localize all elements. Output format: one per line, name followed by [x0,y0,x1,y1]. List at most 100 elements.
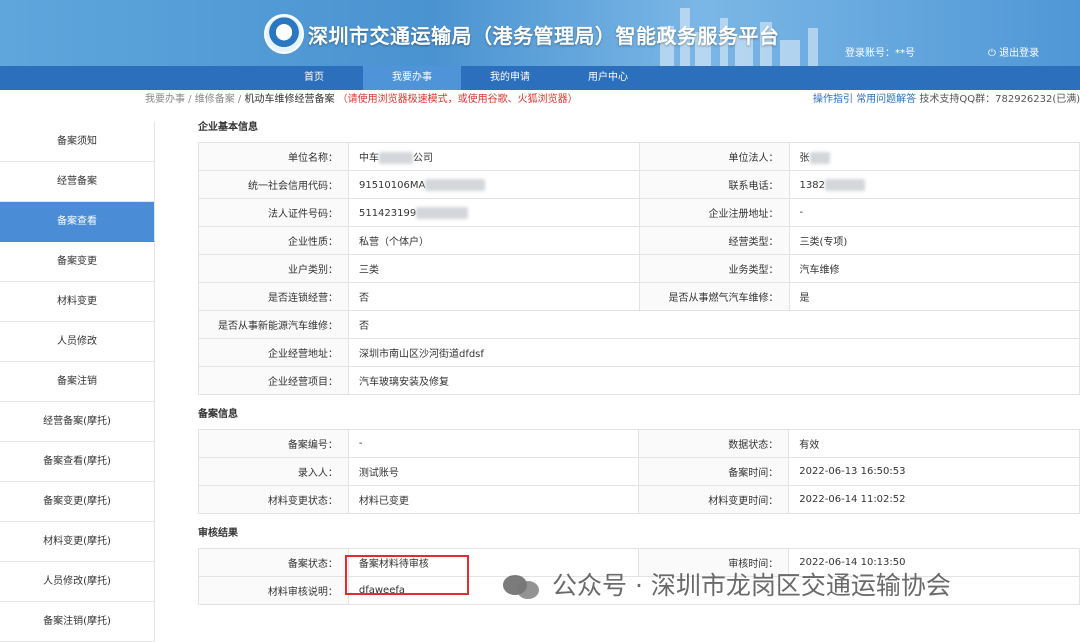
sidebar-item-moto-cancel-filing[interactable]: 备案注销(摩托) [0,602,155,642]
biz-type-value: 三类(专项) [788,226,1080,255]
record-info-table: 备案编号： - 数据状态： 有效 录入人： 测试账号 备案时间： 2022-06… [198,429,1080,514]
sidebar-item-staff-edit[interactable]: 人员修改 [0,322,155,362]
chain-value: 否 [347,282,640,311]
id-number-label: 法人证件号码： [198,198,349,227]
enterprise-info-table: 单位名称： 中车 公司 单位法人： 张 统一社会信用代码： 91510106MA … [198,142,1080,395]
logout-label: 退出登录 [999,48,1040,59]
id-number-text: 511423199 [358,207,417,219]
phone-text: 1382 [799,179,825,191]
breadcrumb: 我要办事 / 维修备案 / 机动车维修经营备案 （请使用浏览器极速模式，或使用谷… [145,90,578,110]
sidebar-item-notice[interactable]: 备案须知 [0,122,155,162]
sidebar-item-moto-business-filing[interactable]: 经营备案(摩托) [0,402,155,442]
review-section-title: 审核结果 [198,528,238,539]
ev-repair-value: 否 [347,310,1080,339]
enterprise-section-title: 企业基本信息 [198,122,258,133]
nav-user-center[interactable]: 用户中心 [559,66,657,90]
help-links: 操作指引 常用问题解答 技术支持QQ群：782926232(已满)、 [813,90,1080,110]
table-row: 业户类别： 三类 业务类型： 汽车维修 [198,254,1080,283]
phone-label: 联系电话： [638,170,790,199]
sidebar-item-material-change[interactable]: 材料变更 [0,282,155,322]
power-icon: ⏻ [988,48,996,59]
redacted-mask [809,152,830,164]
record-number-value: - [347,429,640,458]
service-type-value: 汽车维修 [788,254,1080,283]
breadcrumb-current: 机动车维修经营备案 [244,94,335,105]
account-label: 登录账号：**号 [845,48,915,59]
company-name-value: 中车 公司 [347,142,640,171]
support-text: 技术支持QQ群：782926232(已满)、 [919,94,1080,105]
biz-project-value: 汽车玻璃安装及修复 [347,366,1080,395]
material-status-value: 材料已变更 [347,485,640,514]
record-number-label: 备案编号： [198,429,349,458]
gas-repair-label: 是否从事燃气汽车维修： [638,282,790,311]
guide-link[interactable]: 操作指引 [813,94,853,105]
filing-state-label: 备案状态： [198,548,349,577]
credit-code-value: 91510106MA [347,170,640,199]
company-name-part-b: 公司 [412,153,433,164]
redacted-mask [824,178,865,191]
redacted-mask [416,206,469,219]
sidebar-item-business-filing[interactable]: 经营备案 [0,162,155,202]
data-status-label: 数据状态： [638,429,790,458]
material-time-value: 2022-06-14 11:02:52 [788,485,1080,514]
nav-my-applications[interactable]: 我的申请 [461,66,559,90]
record-time-label: 备案时间： [638,457,790,486]
logout-button[interactable]: ⏻ 退出登录 [988,44,1039,59]
table-row: 材料变更状态： 材料已变更 材料变更时间： 2022-06-14 11:02:5… [198,485,1080,514]
credit-code-label: 统一社会信用代码： [198,170,349,199]
main-nav: 首页 我要办事 我的申请 用户中心 [0,66,1080,90]
legal-person-text: 张 [799,153,810,164]
sidebar-item-change-filing[interactable]: 备案变更 [0,242,155,282]
table-row: 录入人： 测试账号 备案时间： 2022-06-13 16:50:53 [198,457,1080,486]
review-note-label: 材料审核说明： [198,576,349,605]
faq-link[interactable]: 常用问题解答 [856,94,916,105]
nature-value: 私营（个体户） [347,226,640,255]
category-label: 业户类别： [198,254,349,283]
biz-address-value: 深圳市南山区沙河街道dfdsf [347,338,1080,367]
sidebar-item-view-filing[interactable]: 备案查看 [0,202,155,242]
record-time-value: 2022-06-13 16:50:53 [788,457,1080,486]
breadcrumb-path[interactable]: 我要办事 / 维修备案 / [145,94,241,105]
sidebar: 备案须知 经营备案 备案查看 备案变更 材料变更 人员修改 备案注销 经营备案(… [0,122,155,642]
sidebar-item-moto-view-filing[interactable]: 备案查看(摩托) [0,442,155,482]
nav-home[interactable]: 首页 [265,66,363,90]
sidebar-item-cancel-filing[interactable]: 备案注销 [0,362,155,402]
watermark-text: 公众号 · 深圳市龙岗区交通运输协会 [552,571,951,600]
nature-label: 企业性质： [198,226,349,255]
entry-person-value: 测试账号 [347,457,640,486]
record-section-title: 备案信息 [198,409,238,420]
table-row: 是否连锁经营： 否 是否从事燃气汽车维修： 是 [198,282,1080,311]
reg-address-value: - [788,198,1080,227]
redacted-mask [378,152,413,164]
site-title: 深圳市交通运输局（港务管理局）智能政务服务平台 [308,24,780,48]
header-banner: 深圳市交通运输局（港务管理局）智能政务服务平台 登录账号：**号 ⏻ 退出登录 [0,0,1080,66]
wechat-icon [503,571,541,601]
table-row: 是否从事新能源汽车维修： 否 [198,310,1080,339]
biz-project-label: 企业经营项目： [198,366,349,395]
sidebar-item-moto-material-change[interactable]: 材料变更(摩托) [0,522,155,562]
material-time-label: 材料变更时间： [638,485,790,514]
browser-warning: （请使用浏览器极速模式，或使用谷歌、火狐浏览器） [337,94,578,105]
entry-person-label: 录入人： [198,457,349,486]
table-row: 单位名称： 中车 公司 单位法人： 张 [198,142,1080,171]
biz-type-label: 经营类型： [638,226,790,255]
sidebar-item-moto-staff-edit[interactable]: 人员修改(摩托) [0,562,155,602]
sidebar-item-moto-change-filing[interactable]: 备案变更(摩托) [0,482,155,522]
gas-repair-value: 是 [788,282,1080,311]
table-row: 企业经营项目： 汽车玻璃安装及修复 [198,366,1080,395]
biz-address-label: 企业经营地址： [198,338,349,367]
table-row: 企业经营地址： 深圳市南山区沙河街道dfdsf [198,338,1080,367]
table-row: 企业性质： 私营（个体户） 经营类型： 三类(专项) [198,226,1080,255]
status-highlight-box [345,555,469,595]
logo-icon [264,14,304,54]
material-status-label: 材料变更状态： [198,485,349,514]
legal-person-label: 单位法人： [638,142,790,171]
reg-address-label: 企业注册地址： [638,198,790,227]
id-number-value: 511423199 [347,198,640,227]
main-content: 企业基本信息 单位名称： 中车 公司 单位法人： 张 统一社会信用代码： 9151… [198,114,1080,605]
company-name-part-a: 中车 [358,153,379,164]
chain-label: 是否连锁经营： [198,282,349,311]
breadcrumb-row: 我要办事 / 维修备案 / 机动车维修经营备案 （请使用浏览器极速模式，或使用谷… [0,90,1080,110]
service-type-label: 业务类型： [638,254,790,283]
nav-my-tasks[interactable]: 我要办事 [363,66,461,90]
